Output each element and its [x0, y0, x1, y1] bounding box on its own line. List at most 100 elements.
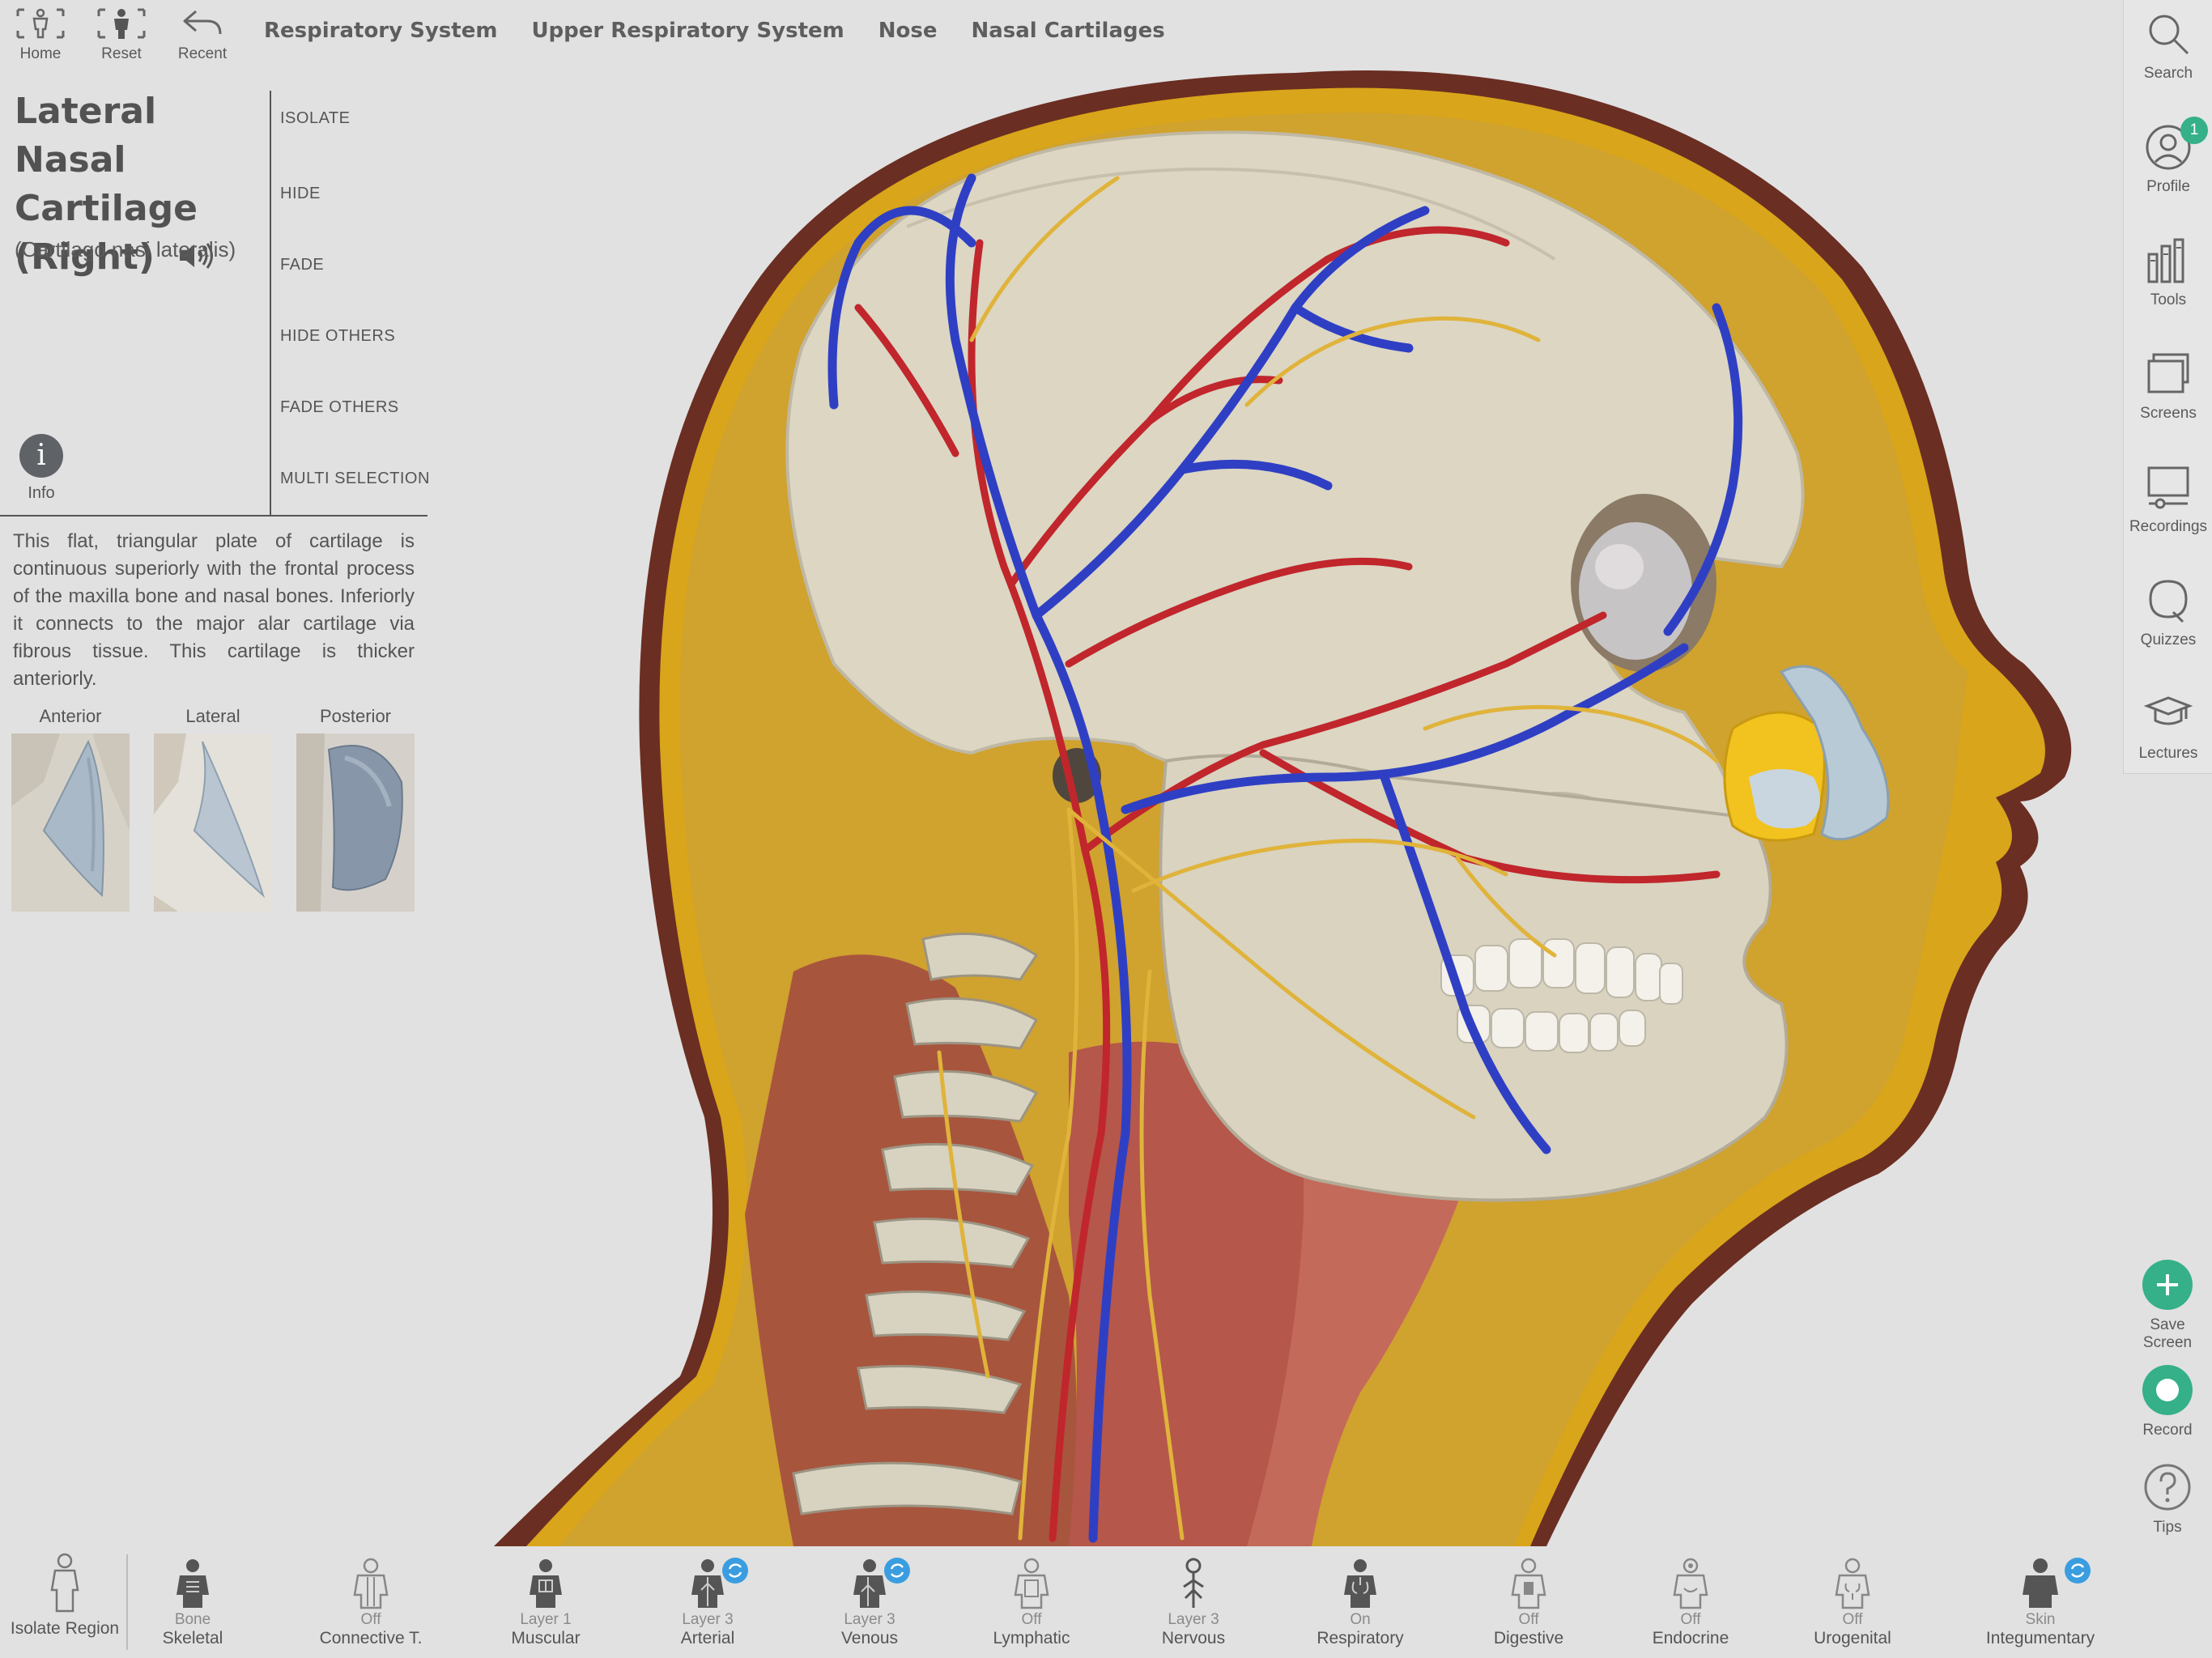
reset-label: Reset — [101, 45, 142, 62]
nervous-state: Layer 3 — [1168, 1611, 1219, 1628]
system-muscular[interactable]: Layer 1 Muscular — [465, 1558, 627, 1648]
top-toolbar: Home Reset Recent — [0, 0, 243, 62]
tips-button[interactable]: Tips — [2123, 1462, 2212, 1537]
posterior-cartilage-image — [296, 733, 415, 912]
home-label: Home — [19, 45, 62, 62]
view-thumbnail-anterior[interactable]: Anterior — [11, 704, 130, 912]
digestive-system-icon — [1511, 1558, 1546, 1609]
respiratory-system-icon — [1344, 1559, 1376, 1608]
recordings-button[interactable]: Recordings — [2124, 453, 2212, 559]
recent-button[interactable]: Recent — [162, 0, 243, 73]
info-button[interactable]: i Info — [16, 434, 66, 503]
search-label: Search — [2143, 65, 2193, 82]
venous-name: Venous — [840, 1629, 899, 1647]
multi-selection-action[interactable]: MULTI SELECTION — [280, 470, 430, 488]
arterial-state: Layer 3 — [682, 1611, 734, 1628]
search-icon — [2149, 15, 2189, 55]
hide-others-action[interactable]: HIDE OTHERS — [280, 327, 395, 346]
screens-button[interactable]: Screens — [2124, 340, 2212, 445]
isolate-region-icon — [50, 1553, 79, 1613]
fade-others-action[interactable]: FADE OTHERS — [280, 398, 399, 417]
view-thumbnail-lateral[interactable]: Lateral — [154, 704, 272, 912]
view-label-anterior: Anterior — [39, 706, 102, 726]
tools-label: Tools — [2150, 291, 2187, 308]
view-thumbnail-posterior[interactable]: Posterior — [296, 704, 415, 912]
endocrine-name: Endocrine — [1652, 1629, 1729, 1647]
system-nervous[interactable]: Layer 3 Nervous — [1112, 1558, 1274, 1648]
system-arterial[interactable]: Layer 3 Arterial — [627, 1558, 789, 1648]
recent-label: Recent — [177, 45, 228, 62]
endocrine-system-icon — [1673, 1558, 1708, 1609]
system-skeletal[interactable]: Bone Skeletal — [112, 1558, 274, 1648]
urogenital-system-icon — [1835, 1558, 1870, 1609]
lectures-button[interactable]: Lectures — [2124, 680, 2212, 785]
system-connective-tissue[interactable]: Off Connective T. — [290, 1558, 452, 1648]
search-button[interactable]: Search — [2124, 0, 2212, 105]
structure-info-panel: Lateral Nasal Cartilage (Right) (Cartila… — [0, 73, 430, 931]
profile-button[interactable]: 1 Profile — [2124, 113, 2212, 219]
fade-action[interactable]: FADE — [280, 256, 324, 274]
respiratory-state: On — [1350, 1611, 1371, 1628]
panel-vertical-divider — [270, 91, 271, 515]
view-label-lateral: Lateral — [185, 706, 240, 726]
isolate-action[interactable]: ISOLATE — [280, 109, 351, 128]
system-urogenital[interactable]: Off Urogenital — [1772, 1558, 1933, 1648]
system-lymphatic[interactable]: Off Lymphatic — [951, 1558, 1112, 1648]
home-button[interactable]: Home — [0, 0, 81, 73]
venous-state: Layer 3 — [844, 1611, 895, 1628]
connective-state: Off — [360, 1611, 381, 1628]
hide-action[interactable]: HIDE — [280, 185, 321, 203]
lymphatic-state: Off — [1021, 1611, 1042, 1628]
screens-icon — [2147, 353, 2189, 393]
lymphatic-name: Lymphatic — [993, 1629, 1070, 1647]
system-digestive[interactable]: Off Digestive — [1448, 1558, 1610, 1648]
info-label: Info — [28, 484, 55, 502]
systems-bar: Isolate Region Bone Skeletal Off Connect… — [0, 1546, 2212, 1658]
save-screen-button[interactable]: Save Screen — [2123, 1260, 2212, 1352]
system-integumentary[interactable]: Skin Integumentary — [1959, 1558, 2121, 1648]
endocrine-state: Off — [1680, 1611, 1701, 1628]
nervous-system-icon — [1183, 1558, 1204, 1608]
muscular-name: Muscular — [511, 1629, 581, 1647]
integumentary-name: Integumentary — [1985, 1629, 2095, 1647]
muscular-system-icon — [530, 1559, 562, 1608]
quizzes-icon — [2149, 580, 2188, 623]
system-endocrine[interactable]: Off Endocrine — [1610, 1558, 1772, 1648]
respiratory-name: Respiratory — [1317, 1629, 1404, 1647]
info-icon: i — [19, 434, 63, 478]
lateral-cartilage-image — [154, 733, 272, 912]
lymphatic-system-icon — [1014, 1558, 1049, 1609]
reset-button[interactable]: Reset — [81, 0, 162, 73]
anatomy-3d-viewer[interactable] — [453, 0, 2121, 1547]
head-neck-anatomy-model — [494, 70, 2072, 1547]
structure-description: This flat, triangular plate of cartilage… — [13, 530, 415, 690]
record-label: Record — [2142, 1422, 2193, 1439]
structure-latin-name: (Cartilago nasi lateralis) — [15, 237, 236, 261]
panel-horizontal-divider — [0, 515, 428, 517]
undo-arrow-icon — [183, 10, 222, 35]
venous-sync-icon[interactable] — [884, 1558, 910, 1584]
lectures-label: Lectures — [2138, 745, 2198, 762]
skeletal-system-icon — [177, 1559, 209, 1608]
integumentary-state: Skin — [2025, 1611, 2056, 1628]
anterior-cartilage-image — [11, 733, 130, 912]
recordings-label: Recordings — [2129, 518, 2208, 535]
home-icon — [16, 8, 65, 39]
tools-button[interactable]: Tools — [2124, 227, 2212, 332]
system-respiratory[interactable]: On Respiratory — [1279, 1558, 1441, 1648]
view-label-posterior: Posterior — [319, 706, 392, 726]
recordings-icon — [2147, 466, 2189, 509]
save-screen-label: Save Screen — [2142, 1316, 2193, 1351]
profile-notification-badge: 1 — [2180, 117, 2208, 144]
digestive-name: Digestive — [1493, 1629, 1564, 1647]
quizzes-button[interactable]: Quizzes — [2124, 567, 2212, 672]
system-venous[interactable]: Layer 3 Venous — [789, 1558, 951, 1648]
quizzes-label: Quizzes — [2140, 631, 2197, 648]
arterial-name: Arterial — [680, 1629, 735, 1647]
connective-name: Connective T. — [319, 1629, 423, 1647]
record-button[interactable]: Record — [2123, 1365, 2212, 1439]
integumentary-sync-icon[interactable] — [2065, 1558, 2091, 1584]
tips-label: Tips — [2153, 1519, 2182, 1536]
integumentary-system-icon — [2023, 1558, 2058, 1608]
arterial-sync-icon[interactable] — [722, 1558, 748, 1584]
